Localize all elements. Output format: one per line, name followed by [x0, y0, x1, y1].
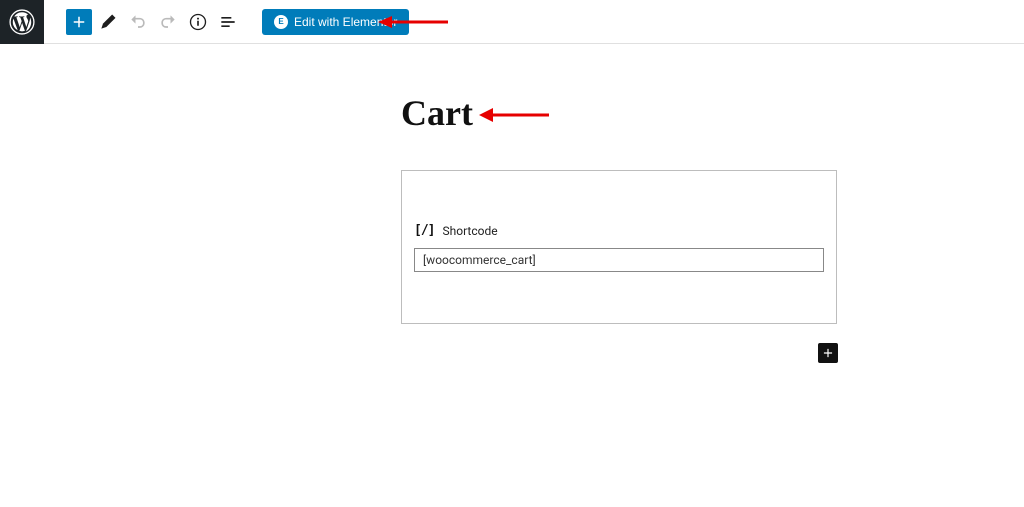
block-header: [/] Shortcode [414, 223, 824, 238]
undo-icon [128, 12, 148, 32]
editor-content: Cart [0, 44, 1024, 134]
wordpress-icon [9, 9, 35, 35]
shortcode-block[interactable]: [/] Shortcode [401, 170, 837, 324]
shortcode-input[interactable] [414, 248, 824, 272]
plus-icon [821, 346, 835, 360]
redo-icon [158, 12, 178, 32]
tools-button[interactable] [94, 8, 122, 36]
page-title[interactable]: Cart [401, 92, 473, 134]
info-icon [188, 12, 208, 32]
annotation-arrow-title [479, 106, 549, 124]
outline-button[interactable] [214, 8, 242, 36]
annotation-arrow-elementor [378, 14, 448, 30]
block-inserter-button[interactable] [66, 9, 92, 35]
list-view-icon [218, 12, 238, 32]
shortcode-label: Shortcode [442, 224, 497, 238]
elementor-badge-icon: E [274, 15, 288, 29]
toolbar-actions: E Edit with Elementor [58, 8, 417, 36]
shortcode-icon: [/] [414, 223, 434, 238]
pencil-icon [98, 12, 118, 32]
redo-button[interactable] [154, 8, 182, 36]
append-block-button[interactable] [818, 343, 838, 363]
wordpress-logo[interactable] [0, 0, 44, 44]
details-button[interactable] [184, 8, 212, 36]
undo-button[interactable] [124, 8, 152, 36]
editor-toolbar: E Edit with Elementor [0, 0, 1024, 44]
plus-icon [70, 13, 88, 31]
